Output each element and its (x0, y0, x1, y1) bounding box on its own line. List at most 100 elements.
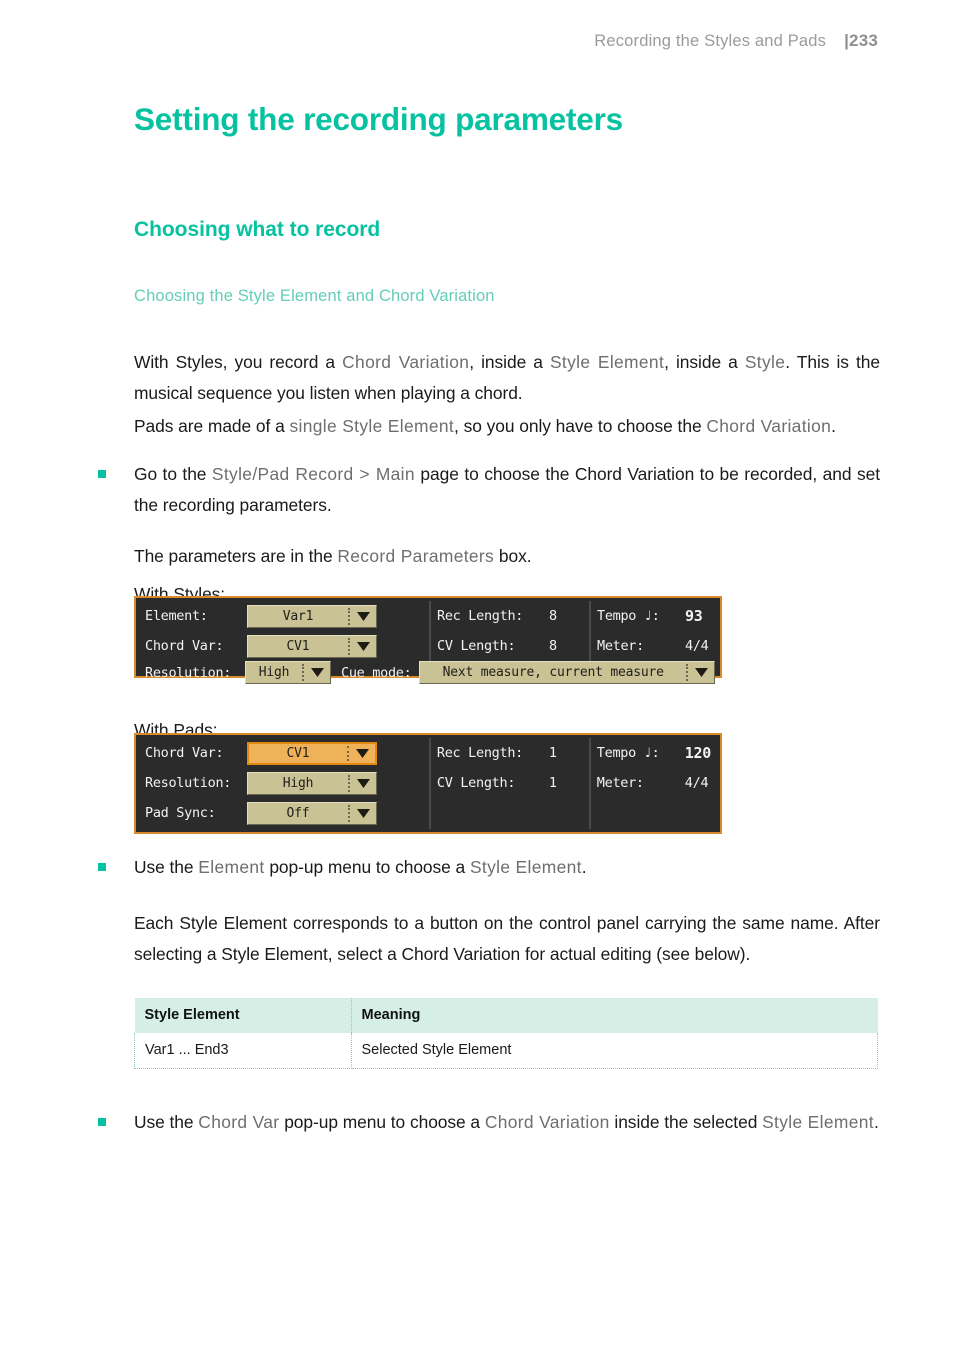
lcd-label-cv-length: CV Length: (437, 638, 516, 654)
table-cell-style-element: Var1 ... End3 (134, 1033, 352, 1069)
lcd-column-tempo-meter: Tempo ♩: 120 Meter: 4/4 (588, 738, 717, 829)
lcd-value-rec-length[interactable]: 8 (549, 608, 557, 624)
lcd-value-tempo[interactable]: 120 (685, 744, 712, 762)
term-chord-variation: Chord Variation (706, 416, 832, 437)
dropdown-chord-var-value: CV1 (286, 638, 310, 654)
bullet-square-icon (98, 470, 106, 478)
dropdown-resolution-value: High (282, 775, 314, 791)
lcd-value-cv-length[interactable]: 8 (549, 638, 557, 654)
table-header-row: Style Element Meaning (134, 998, 878, 1033)
lcd-column-lengths: Rec Length: 8 CV Length: 8 (429, 601, 589, 661)
header-title: Recording the Styles and Pads (594, 32, 827, 50)
lcd-field-cv-length: CV Length: 1 (431, 768, 589, 798)
section-heading: Choosing what to record (134, 218, 381, 241)
lcd-field-tempo: Tempo ♩: 93 (591, 601, 717, 631)
lcd-label-resolution: Resolution: (145, 664, 232, 681)
list-item-text: Use the Chord Var pop-up menu to choose … (134, 1107, 880, 1138)
text-fragment: . (831, 416, 836, 437)
term-style: Style (744, 352, 786, 373)
lcd-field-meter: Meter: 4/4 (591, 768, 717, 798)
lcd-column-selectors: Chord Var: CV1 Resolution: High Pad Sync… (139, 738, 429, 829)
term-record-parameters: Record Parameters (337, 546, 495, 567)
page-header: Recording the Styles and Pads |233 (594, 31, 878, 51)
dropdown-cue-mode-value: Next measure, current measure (442, 665, 664, 680)
lcd-label-rec-length: Rec Length: (437, 608, 524, 624)
lcd-label-chord-var: Chord Var: (145, 745, 224, 761)
table-cell-meaning: Selected Style Element (350, 1033, 878, 1069)
term-style-element: Style Element (469, 857, 582, 877)
chevron-down-icon (350, 606, 376, 627)
lcd-label-element: Element: (145, 608, 208, 624)
dropdown-cue-mode[interactable]: Next measure, current measure (419, 661, 715, 684)
dropdown-chord-var[interactable]: CV1 (247, 741, 377, 765)
text-fragment: pop-up menu to choose a (279, 1112, 485, 1132)
list-item-text: Go to the Style/Pad Record > Main page t… (134, 459, 880, 521)
lcd-label-tempo: Tempo ♩: (596, 745, 660, 761)
chevron-down-icon (304, 662, 330, 683)
dropdown-element-value: Var1 (282, 608, 314, 624)
paragraph-pads-intro: Pads are made of a single Style Element,… (134, 411, 880, 442)
text-fragment: With Styles, you record a (134, 352, 343, 373)
lcd-label-tempo: Tempo ♩: (597, 608, 660, 624)
lcd-field-element: Element: Var1 (139, 601, 429, 631)
list-item-use-element-menu: Use the Element pop-up menu to choose a … (98, 852, 880, 883)
lcd-column-lengths: Rec Length: 1 CV Length: 1 (428, 738, 589, 829)
lcd-value-meter[interactable]: 4/4 (685, 775, 709, 791)
dropdown-resolution[interactable]: High (247, 771, 377, 795)
dropdown-element[interactable]: Var1 (247, 604, 377, 628)
lcd-label-pad-sync: Pad Sync: (145, 805, 216, 821)
chevron-down-icon (350, 636, 376, 657)
lcd-field-pad-sync: Pad Sync: Off (139, 798, 429, 828)
lcd-panel-record-parameters-pads: Chord Var: CV1 Resolution: High Pad Sync… (134, 733, 722, 834)
bullet-square-icon (98, 1118, 106, 1126)
text-fragment: , inside a (664, 352, 745, 373)
style-element-table: Style Element Meaning Var1 ... End3 Sele… (134, 998, 878, 1069)
subsection-heading: Choosing the Style Element and Chord Var… (134, 287, 495, 305)
lcd-field-meter: Meter: 4/4 (591, 631, 717, 661)
lcd-label-cv-length: CV Length: (436, 775, 516, 791)
term-chord-variation: Chord Variation (342, 352, 470, 373)
term-style-element: Style Element (549, 352, 665, 373)
chevron-down-icon (688, 662, 714, 683)
chevron-down-icon (349, 744, 375, 763)
table-row: Var1 ... End3 Selected Style Element (134, 1033, 878, 1069)
text-fragment: Use the (134, 1112, 199, 1132)
lcd-label-rec-length: Rec Length: (436, 745, 523, 761)
term-element: Element (198, 857, 265, 877)
term-chord-variation: Chord Variation (484, 1112, 610, 1132)
lcd-row-resolution-cue: Resolution: High Cue mode: Next measure,… (139, 661, 717, 684)
list-item-text: Use the Element pop-up menu to choose a … (134, 852, 880, 883)
text-fragment: pop-up menu to choose a (264, 857, 470, 877)
text-fragment: . (581, 857, 587, 877)
table-header-meaning: Meaning (351, 998, 878, 1033)
table-header-style-element: Style Element (134, 998, 352, 1033)
text-fragment: Pads are made of a (134, 416, 290, 437)
dropdown-chord-var[interactable]: CV1 (247, 634, 377, 658)
term-style-element: Style Element (762, 1112, 874, 1132)
lcd-field-cv-length: CV Length: 8 (431, 631, 589, 661)
lcd-label-meter: Meter: (597, 638, 644, 654)
lcd-column-tempo-meter: Tempo ♩: 93 Meter: 4/4 (589, 601, 717, 661)
text-fragment: inside the selected (609, 1112, 763, 1132)
lcd-value-tempo[interactable]: 93 (685, 607, 703, 625)
text-fragment: The parameters are in the (134, 546, 338, 567)
lcd-value-meter[interactable]: 4/4 (685, 638, 709, 654)
dropdown-resolution[interactable]: High (245, 661, 331, 684)
text-fragment: . (873, 1112, 879, 1132)
lcd-column-selectors: Element: Var1 Chord Var: CV1 (139, 601, 429, 661)
text-fragment: , so you only have to choose the (454, 416, 707, 437)
page-number: |233 (844, 31, 878, 50)
lcd-label-chord-var: Chord Var: (145, 638, 224, 654)
dropdown-pad-sync[interactable]: Off (247, 801, 377, 825)
paragraph-styles-intro: With Styles, you record a Chord Variatio… (134, 347, 880, 409)
chevron-down-icon (350, 803, 376, 824)
lcd-label-resolution: Resolution: (145, 775, 232, 791)
text-fragment: Go to the (134, 464, 212, 484)
term-single-style-element: single Style Element (289, 416, 455, 437)
lcd-value-rec-length[interactable]: 1 (549, 745, 557, 761)
bullet-square-icon (98, 863, 106, 871)
lcd-label-meter: Meter: (596, 775, 644, 791)
lcd-value-cv-length[interactable]: 1 (549, 775, 557, 791)
text-fragment: Use the (134, 857, 199, 877)
term-style-pad-record-main: Style/Pad Record > Main (211, 464, 415, 484)
